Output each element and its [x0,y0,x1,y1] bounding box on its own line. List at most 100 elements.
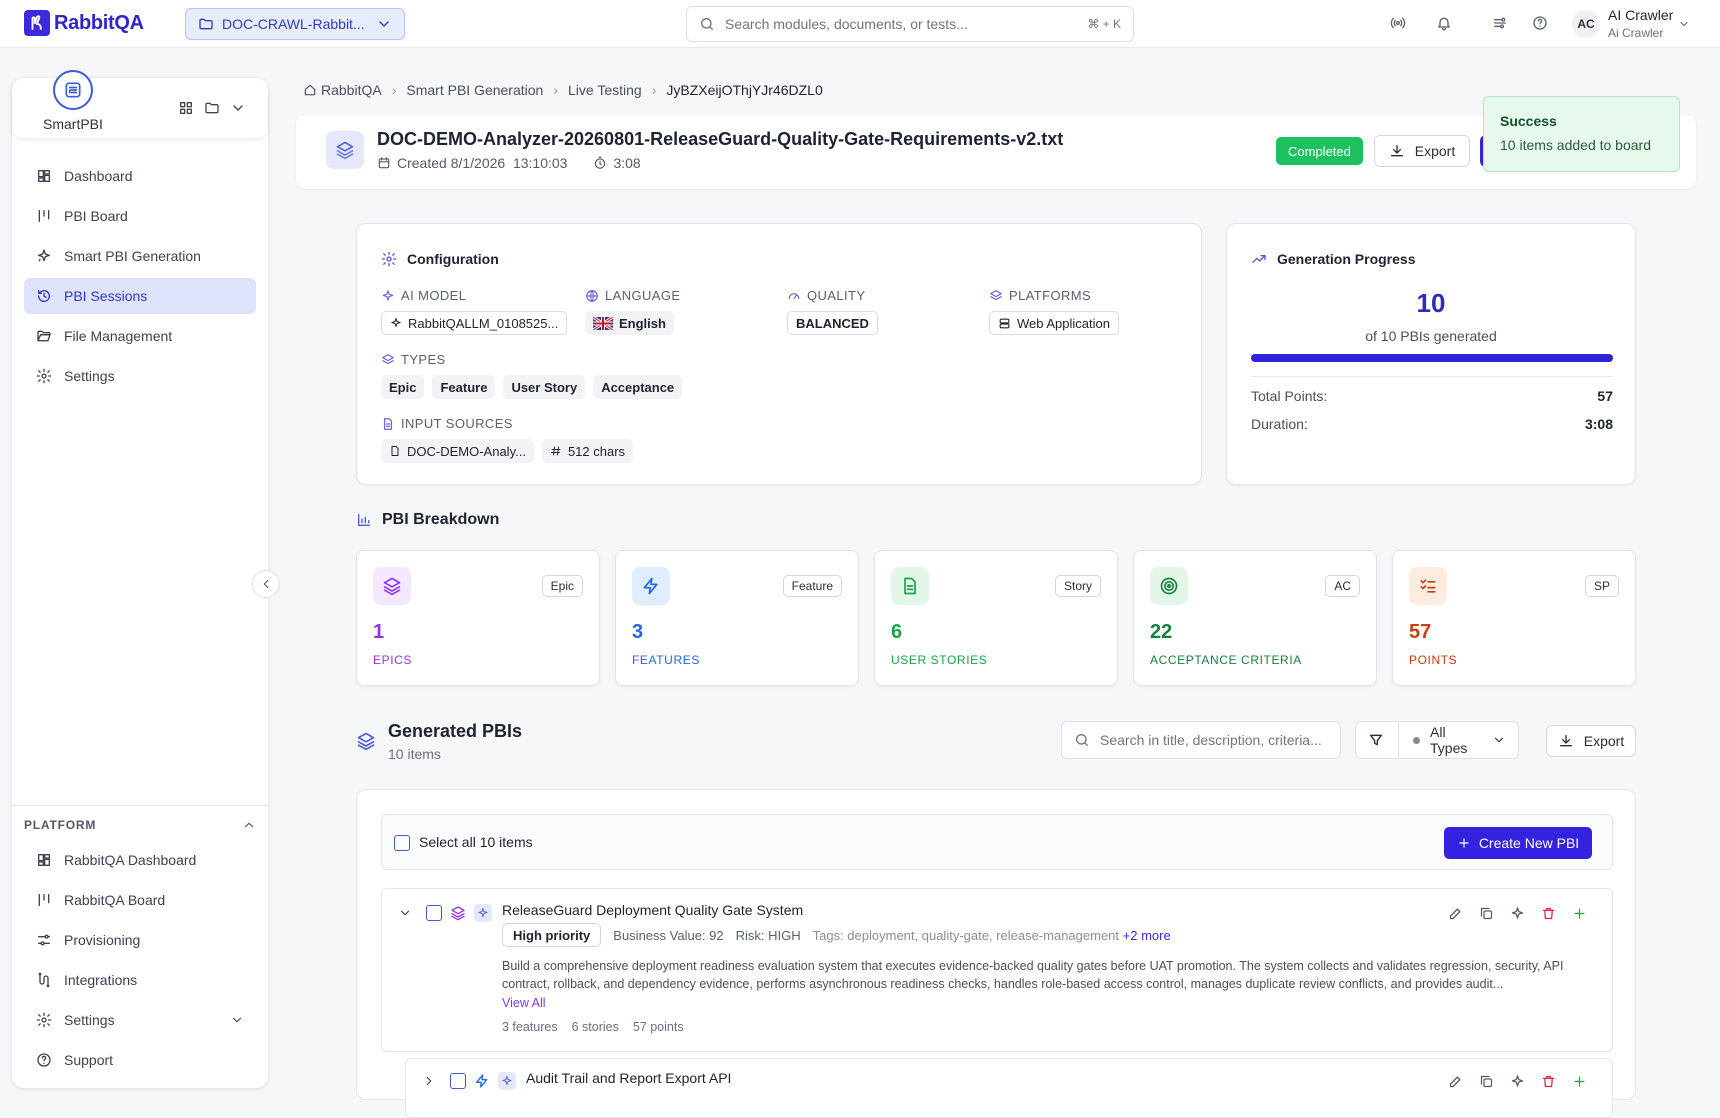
create-new-pbi-button[interactable]: Create New PBI [1444,827,1592,859]
create-new-pbi-label: Create New PBI [1478,835,1580,851]
user-avatar[interactable]: AC [1572,10,1600,38]
pbi-item-feature[interactable]: Audit Trail and Report Export API [405,1058,1613,1118]
brand-logo[interactable]: RabbitQA [24,10,144,36]
stat-card-points: SP 57 POINTS [1392,550,1636,686]
edit-icon[interactable] [1448,906,1463,921]
platform-section-header[interactable]: PLATFORM [24,818,256,832]
sliders-icon [38,934,50,946]
progress-bar-fill [1251,354,1613,362]
search-shortcut: ⌘ + K [1087,17,1121,31]
home-icon [304,84,316,96]
pbi-breakdown-title: PBI Breakdown [356,511,499,529]
chevron-down-icon[interactable] [1678,18,1690,30]
sparkle-icon[interactable] [1510,1074,1525,1089]
priority-badge: High priority [502,923,602,947]
layers-icon [990,289,1002,300]
copy-icon[interactable] [1479,906,1494,921]
stat-tag: Story [1054,575,1101,597]
plus-icon[interactable] [1572,906,1587,921]
status-badge: Completed [1276,137,1363,165]
sidebar-item-support[interactable]: Support [24,1042,256,1078]
edit-icon[interactable] [1448,1074,1463,1089]
sidebar-item-pbi-board[interactable]: PBI Board [24,198,256,234]
type-filter-select[interactable]: All Types [1355,721,1519,759]
toast-message: 10 items added to board [1500,137,1651,153]
sidebar-item-pbi-sessions[interactable]: PBI Sessions [24,278,256,314]
select-all-checkbox[interactable] [394,835,410,851]
session-duration: 3:08 [613,155,641,171]
sparkle-icon[interactable] [1510,906,1525,921]
bell-icon[interactable] [1436,15,1452,31]
board-icon [38,210,50,222]
sidebar-item-label: Settings [64,368,115,384]
stat-card-acceptance-criteria: AC 22 ACCEPTANCE CRITERIA [1133,550,1377,686]
pbi-title[interactable]: ReleaseGuard Deployment Quality Gate Sys… [502,902,803,918]
ai-model-field: AI MODEL RabbitQALLM_0108525... [381,288,568,335]
server-icon [999,318,1010,328]
breadcrumb-item[interactable]: Smart PBI Generation [406,82,543,98]
sidebar-item-smart-pbi-generation[interactable]: Smart PBI Generation [24,238,256,274]
help-icon[interactable] [1532,15,1548,31]
global-search-input[interactable]: Search modules, documents, or tests... ⌘… [686,6,1134,42]
pbi-search-input[interactable]: Search in title, description, criteria..… [1061,721,1341,759]
plus-icon[interactable] [1572,1074,1587,1089]
pbi-checkbox[interactable] [426,905,442,921]
select-all-label[interactable]: Select all 10 items [419,834,533,850]
stat-value: 3 [632,621,644,643]
more-tags-link[interactable]: +2 more [1123,928,1171,943]
sidebar-item-platform-settings[interactable]: Settings [24,1002,256,1038]
ai-model-chip: RabbitQALLM_0108525... [381,311,568,335]
palette-icon[interactable] [1492,15,1508,31]
duration-label: Duration: [1251,416,1308,432]
sidebar-item-rabbitqa-board[interactable]: RabbitQA Board [24,882,256,918]
breadcrumb-item[interactable]: RabbitQA [321,82,382,98]
layers-icon [373,567,411,605]
sidebar-item-file-management[interactable]: File Management [24,318,256,354]
type-chip: Feature [432,375,496,399]
view-all-link[interactable]: View All [502,996,546,1010]
export-pbis-button[interactable]: Export [1546,725,1636,757]
success-toast[interactable]: Success 10 items added to board [1483,96,1680,172]
sidebar-item-settings[interactable]: Settings [24,358,256,394]
trash-icon[interactable] [1541,1074,1556,1089]
export-pbis-label: Export [1583,733,1625,749]
grid-icon[interactable] [178,100,194,116]
sidebar-item-provisioning[interactable]: Provisioning [24,922,256,958]
timer-icon [595,156,606,169]
folder-icon[interactable] [204,100,220,116]
quality-label: QUALITY [807,288,866,303]
sidebar-item-rabbitqa-dashboard[interactable]: RabbitQA Dashboard [24,842,256,878]
copy-icon[interactable] [1479,1074,1494,1089]
sidebar-item-integrations[interactable]: Integrations [24,962,256,998]
source-file-chip: DOC-DEMO-Analy... [381,439,534,463]
sidebar-collapse-button[interactable] [252,570,280,598]
chevron-down-icon[interactable] [230,100,246,116]
sidebar-divider [12,805,268,806]
user-menu[interactable]: AI Crawler Ai Crawler [1608,6,1673,42]
pbi-checkbox[interactable] [450,1073,466,1089]
broadcast-icon[interactable] [1390,15,1406,31]
pbi-title[interactable]: Audit Trail and Report Export API [526,1070,731,1086]
sidebar-item-dashboard[interactable]: Dashboard [24,158,256,194]
pbi-item-epic[interactable]: ReleaseGuard Deployment Quality Gate Sys… [381,888,1613,1052]
stat-card-features: Feature 3 FEATURES [615,550,859,686]
chevron-right-icon[interactable] [422,1074,436,1088]
stat-label: ACCEPTANCE CRITERIA [1150,653,1302,667]
trending-up-icon [1252,255,1266,263]
sidebar-item-label: Smart PBI Generation [64,248,201,264]
platform-section-label: PLATFORM [24,818,97,832]
help-icon [37,1053,51,1067]
breadcrumb-item[interactable]: Live Testing [568,82,642,98]
breadcrumb-separator: › [553,82,558,98]
language-label: LANGUAGE [605,288,681,303]
stat-label: POINTS [1409,653,1458,667]
project-selector[interactable]: DOC-CRAWL-Rabbit... [185,8,405,40]
document-icon [383,417,393,430]
download-icon [1559,735,1572,747]
sidebar-header: SmartPBI [12,70,268,138]
input-sources-field: INPUT SOURCES DOC-DEMO-Analy... 512 char… [381,416,634,463]
trash-icon[interactable] [1541,906,1556,921]
chevron-down-icon[interactable] [398,906,412,920]
export-button[interactable]: Export [1374,135,1470,167]
sidebar: SmartPBI Dashboard PBI Board Smart PBI G… [12,70,268,1088]
